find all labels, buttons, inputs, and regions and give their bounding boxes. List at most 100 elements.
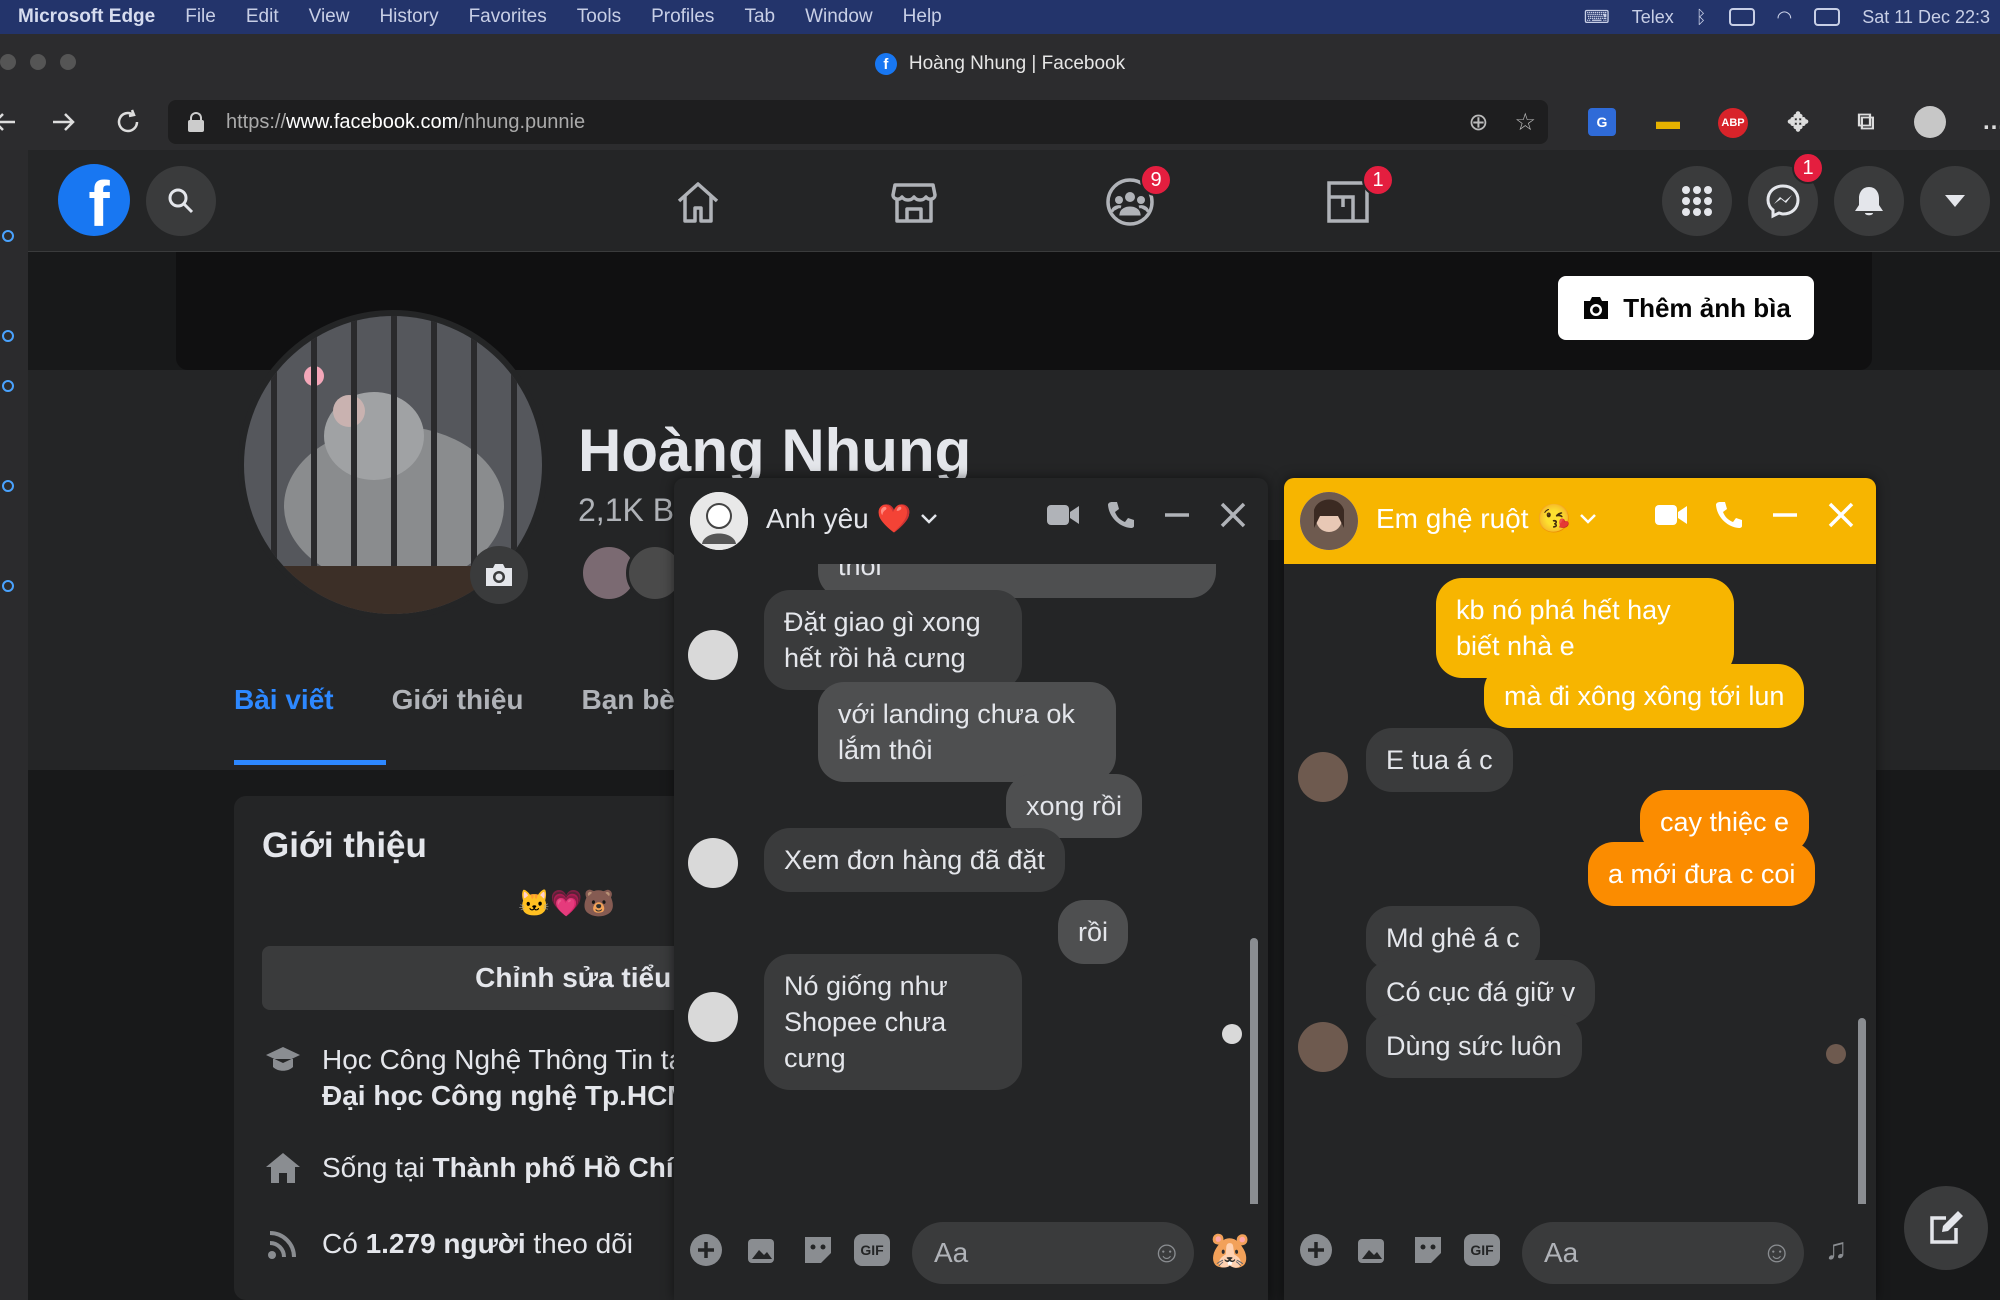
input-method-icon[interactable]: ⌨ (1584, 7, 1610, 28)
control-center-icon[interactable] (1814, 8, 1841, 26)
minimize-icon[interactable] (1770, 500, 1800, 530)
nav-marketplace[interactable] (884, 172, 944, 232)
zoom-window-button[interactable] (60, 54, 76, 70)
menu-view[interactable]: View (309, 6, 350, 28)
translate-extension-icon[interactable]: G (1588, 108, 1616, 136)
menu-favorites[interactable]: Favorites (469, 6, 547, 28)
menu-window[interactable]: Window (805, 6, 873, 28)
bluetooth-icon[interactable]: ᛒ (1696, 7, 1707, 28)
update-avatar-button[interactable] (470, 546, 528, 604)
city-link[interactable]: Thành phố Hồ Chí M (433, 1152, 705, 1183)
message-received: Dùng sức luôn (1366, 1014, 1582, 1078)
compose-icon (1930, 1211, 1963, 1244)
extension-icon[interactable]: ▬ (1650, 104, 1686, 140)
browser-tab[interactable]: f Hoàng Nhung | Facebook (874, 53, 1125, 75)
message-sent: kb nó phá hết hay biết nhà e (1436, 578, 1734, 678)
back-arrow-icon[interactable] (0, 104, 22, 140)
account-button[interactable] (1920, 166, 1990, 236)
menu-button[interactable] (1662, 166, 1732, 236)
nav-gaming[interactable]: 1 (1318, 164, 1394, 232)
sidebar-app-icon[interactable] (2, 480, 14, 492)
app-menu[interactable]: Microsoft Edge (18, 6, 155, 28)
add-favorite-icon[interactable]: ☆ (1514, 108, 1536, 137)
close-icon[interactable] (1218, 500, 1248, 530)
tab-about[interactable]: Giới thiệu (392, 684, 524, 764)
nav-groups[interactable]: 9 (1100, 164, 1172, 232)
followers-count[interactable]: 1.279 người (366, 1228, 526, 1259)
photo-icon[interactable] (742, 1230, 782, 1270)
minimize-icon[interactable] (1162, 500, 1192, 530)
video-call-icon[interactable] (1654, 503, 1688, 527)
menu-profiles[interactable]: Profiles (651, 6, 714, 28)
chat-scrollbar[interactable] (1250, 938, 1258, 1238)
search-button[interactable] (146, 166, 216, 236)
emoji-icon[interactable]: ☺ (1151, 1236, 1182, 1270)
message-list[interactable]: kb nó phá hết hay biết nhà e mà đi xông … (1284, 564, 1876, 1204)
sticker-icon[interactable] (1408, 1230, 1448, 1270)
sidebar-app-icon[interactable] (2, 580, 14, 592)
more-menu-icon[interactable]: … (1976, 104, 2000, 140)
extensions-puzzle-icon[interactable]: ✥ (1780, 104, 1816, 140)
video-call-icon[interactable] (1046, 503, 1080, 527)
reload-icon[interactable] (110, 104, 146, 140)
input-method-label[interactable]: Telex (1632, 7, 1674, 28)
phone-icon[interactable] (1106, 500, 1136, 530)
sticker-icon[interactable] (798, 1230, 838, 1270)
sidebar-app-icon[interactable] (2, 230, 14, 242)
forward-arrow-icon[interactable] (46, 104, 82, 140)
clock[interactable]: Sat 11 Dec 22:3 (1862, 7, 1990, 28)
add-cover-photo-button[interactable]: Thêm ảnh bìa (1558, 276, 1814, 340)
chevron-down-icon (920, 513, 937, 524)
tab-friends[interactable]: Bạn bè (582, 684, 675, 764)
contact-name-button[interactable]: Anh yêu ❤️ (766, 502, 938, 535)
profile-avatar-icon[interactable] (1914, 106, 1946, 138)
quick-sticker-icon[interactable]: 🐹 (1206, 1226, 1254, 1274)
new-message-button[interactable] (1904, 1186, 1988, 1270)
contact-name-button[interactable]: Em ghệ ruột 😘 (1376, 502, 1597, 535)
menu-edit[interactable]: Edit (246, 6, 279, 28)
menu-tools[interactable]: Tools (577, 6, 621, 28)
sidebar-app-icon[interactable] (2, 330, 14, 342)
menu-help[interactable]: Help (903, 6, 942, 28)
sidebar-app-icon[interactable] (2, 380, 14, 392)
notifications-button[interactable] (1834, 166, 1904, 236)
adblock-icon[interactable]: ABP (1718, 108, 1748, 138)
tab-posts[interactable]: Bài viết (234, 684, 334, 764)
chat-header[interactable]: Anh yêu ❤️ (674, 478, 1268, 564)
collections-icon[interactable]: ⧉ (1848, 104, 1884, 140)
menu-tab[interactable]: Tab (744, 6, 775, 28)
messenger-button[interactable]: 1 (1748, 152, 1824, 236)
music-note-icon[interactable]: ♫ (1816, 1230, 1856, 1270)
wifi-icon[interactable]: ◠ (1777, 7, 1793, 28)
message-input[interactable]: Aa ☺ (1522, 1222, 1804, 1284)
menu-file[interactable]: File (185, 6, 216, 28)
message-sent: với landing chưa ok lắm thôi (818, 682, 1116, 782)
facebook-logo-icon[interactable]: f (58, 164, 130, 236)
nav-home[interactable] (668, 172, 728, 232)
close-icon[interactable] (1826, 500, 1856, 530)
chat-scrollbar[interactable] (1858, 1018, 1866, 1228)
gif-icon[interactable]: GIF (1464, 1234, 1500, 1266)
chat-header[interactable]: Em ghệ ruột 😘 (1284, 478, 1876, 564)
gif-icon[interactable]: GIF (854, 1234, 890, 1266)
contact-avatar[interactable] (690, 492, 748, 550)
message-list[interactable]: thôi Đặt giao gì xong hết rồi hả cưng vớ… (674, 564, 1268, 1204)
message-input[interactable]: Aa ☺ (912, 1222, 1194, 1284)
menu-history[interactable]: History (379, 6, 438, 28)
contact-avatar[interactable] (1300, 492, 1358, 550)
grid-menu-icon (1682, 186, 1712, 216)
plus-icon[interactable] (686, 1230, 726, 1270)
address-bar[interactable]: https://www.facebook.com/nhung.punnie ⊕ … (168, 100, 1548, 144)
messenger-icon (1766, 184, 1800, 219)
battery-icon[interactable] (1728, 8, 1755, 26)
lock-icon[interactable] (188, 112, 204, 132)
plus-icon[interactable] (1296, 1230, 1336, 1270)
phone-icon[interactable] (1714, 500, 1744, 530)
school-link[interactable]: Đại học Công nghệ Tp.HCM (322, 1080, 691, 1111)
close-window-button[interactable] (0, 54, 16, 70)
emoji-icon[interactable]: ☺ (1761, 1236, 1792, 1270)
zoom-icon[interactable]: ⊕ (1468, 108, 1488, 137)
photo-icon[interactable] (1352, 1230, 1392, 1270)
minimize-window-button[interactable] (30, 54, 46, 70)
intro-title: Giới thiệu (262, 826, 427, 865)
